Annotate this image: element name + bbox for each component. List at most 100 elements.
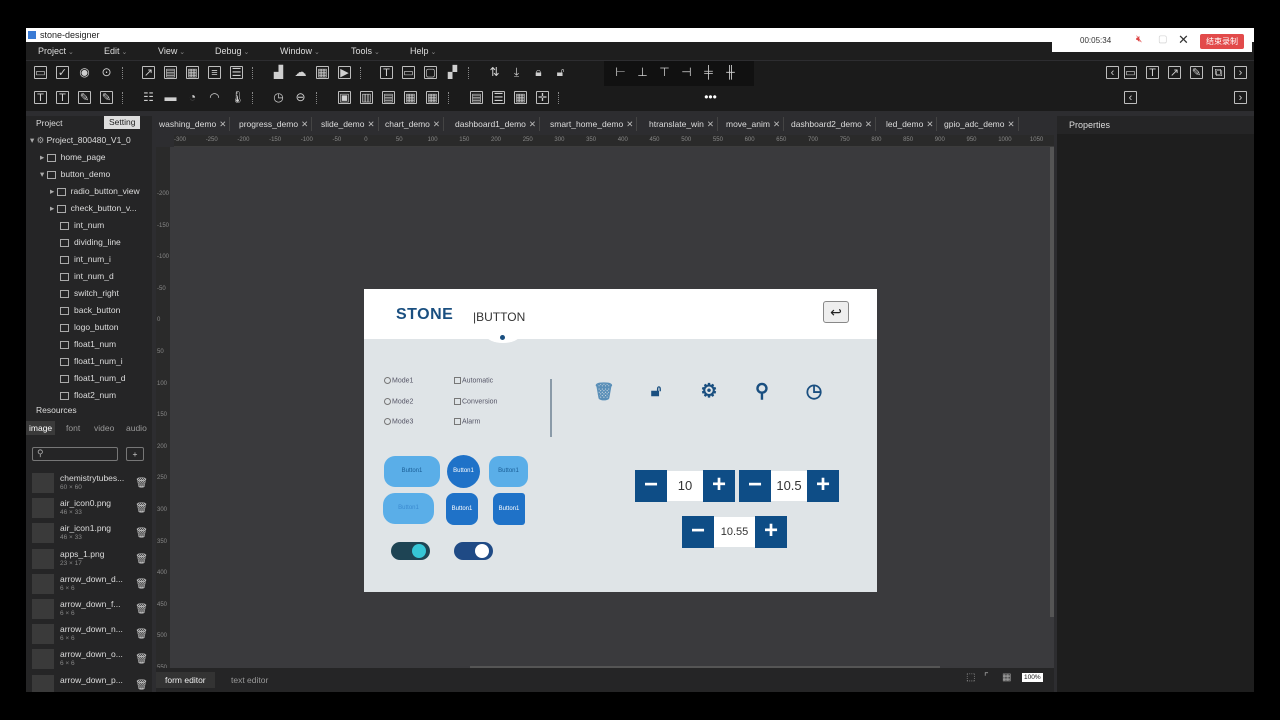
menu-view[interactable]: View xyxy=(158,46,185,56)
editor-tab[interactable]: slide_demo ✕ xyxy=(318,117,379,131)
trash-icon[interactable]: 🗑︎ xyxy=(135,503,148,514)
resource-search-input[interactable]: ⚲ xyxy=(32,447,118,461)
bar-chart-icon[interactable]: ▟ xyxy=(272,66,285,79)
resource-item[interactable]: arrow_down_n... 6 × 6 🗑︎ xyxy=(32,622,150,647)
resource-item[interactable]: arrow_down_f... 6 × 6 🗑︎ xyxy=(32,597,150,622)
table-icon[interactable]: ▤ xyxy=(470,91,483,104)
cloud-icon[interactable]: ☁ xyxy=(294,66,307,79)
text-widget-icon[interactable]: T xyxy=(380,66,393,79)
menu-project[interactable]: Project xyxy=(38,46,74,56)
minus-circle-icon[interactable]: ⊖ xyxy=(294,91,307,104)
progress-icon[interactable]: ▬ xyxy=(164,91,177,104)
editor-tab[interactable]: progress_demo ✕ xyxy=(236,117,313,131)
layout-4-icon[interactable]: ▦ xyxy=(404,91,417,104)
window-widget-icon[interactable]: ▭ xyxy=(34,66,47,79)
tab-setting[interactable]: Setting xyxy=(104,116,141,129)
decrement-button[interactable]: − xyxy=(682,516,714,548)
resource-item[interactable]: apps_1.png 23 × 17 🗑︎ xyxy=(32,547,150,572)
device-screen[interactable]: STONE |BUTTON ↩ Mode1 Mode2 Mode3 Automa… xyxy=(364,289,877,592)
radio-widget-icon[interactable]: ◉ xyxy=(78,66,91,79)
list-widget-icon[interactable]: ☰ xyxy=(230,66,243,79)
next-arrow-icon[interactable]: › xyxy=(1234,66,1247,79)
float1-num-value[interactable]: 10.5 xyxy=(771,471,807,501)
close-icon[interactable]: ✕ xyxy=(433,119,440,129)
radio-mode2[interactable]: Mode2 xyxy=(384,398,413,405)
search-icon[interactable]: ⚲ xyxy=(752,382,772,402)
editor-tab[interactable]: move_anim ✕ xyxy=(723,117,785,131)
trash-icon[interactable]: 🗑︎ xyxy=(593,382,615,402)
resource-item[interactable]: air_icon0.png 46 × 33 🗑︎ xyxy=(32,496,150,521)
widget-item[interactable]: logo_button xyxy=(60,320,118,334)
check-conversion[interactable]: Conversion xyxy=(454,398,497,405)
tab-video[interactable]: video xyxy=(94,421,114,435)
radio-mode1[interactable]: Mode1 xyxy=(384,377,413,384)
resource-item[interactable]: arrow_down_d... 6 × 6 🗑︎ xyxy=(32,572,150,597)
page-home[interactable]: ▸ home_page xyxy=(40,150,106,164)
checkbox-widget-icon[interactable]: ✓ xyxy=(56,66,69,79)
switch-widget-icon[interactable]: ⊙ xyxy=(100,66,113,79)
editor-tab[interactable]: smart_home_demo ✕ xyxy=(547,117,638,131)
text-box-icon[interactable]: T xyxy=(34,91,47,104)
thermometer-icon[interactable]: 🌡︎ xyxy=(230,91,245,104)
widget-item[interactable]: float1_num xyxy=(60,337,116,351)
download-icon[interactable]: ⤓ xyxy=(510,66,523,79)
menu-tools[interactable]: Tools xyxy=(351,46,380,56)
frame-widget-icon[interactable]: ▢ xyxy=(424,66,437,79)
gauge-icon[interactable]: ◠ xyxy=(208,91,221,104)
pie-icon[interactable]: ◔ xyxy=(186,91,199,104)
switch-right[interactable] xyxy=(454,542,493,560)
trash-icon[interactable]: 🗑︎ xyxy=(135,554,148,565)
trash-icon[interactable]: 🗑︎ xyxy=(135,680,148,691)
widget-item[interactable]: ▸ check_button_v... xyxy=(50,201,137,215)
layout-3-icon[interactable]: ▤ xyxy=(382,91,395,104)
resource-item[interactable]: arrow_down_p... 🗑︎ xyxy=(32,673,150,692)
widget-item[interactable]: back_button xyxy=(60,303,120,317)
increment-button[interactable]: + xyxy=(755,516,787,548)
stone-logo[interactable]: STONE xyxy=(396,306,453,324)
editor-tab[interactable]: washing_demo ✕ xyxy=(156,117,231,131)
text-label-icon[interactable]: T xyxy=(56,91,69,104)
radio-mode3[interactable]: Mode3 xyxy=(384,418,413,425)
align-left-icon[interactable]: ⊢ xyxy=(614,66,627,79)
resource-item[interactable]: chemistrytubes... 60 × 60 🗑︎ xyxy=(32,471,150,496)
decrement-button[interactable]: − xyxy=(635,470,667,502)
decrement-button[interactable]: − xyxy=(739,470,771,502)
label-widget-icon[interactable]: ▭ xyxy=(402,66,415,79)
grid-icon[interactable]: ▦ xyxy=(316,66,329,79)
grid-list-icon[interactable]: ▦ xyxy=(514,91,527,104)
align-center-v-icon[interactable]: ╫ xyxy=(724,66,737,79)
align-top-icon[interactable]: ⊤ xyxy=(658,66,671,79)
more-icon[interactable]: ••• xyxy=(704,91,717,104)
text-tool-icon[interactable]: T xyxy=(1146,66,1159,79)
widget-item[interactable]: dividing_line xyxy=(60,235,121,249)
editor-tab[interactable]: led_demo ✕ xyxy=(883,117,938,131)
button1-soft[interactable]: Button1 xyxy=(489,456,528,487)
move-icon[interactable]: ✛ xyxy=(536,91,549,104)
page-button-demo[interactable]: ▾ button_demo xyxy=(40,167,110,181)
clock-icon[interactable]: ◷ xyxy=(272,91,285,104)
gear-icon[interactable]: ⚙ xyxy=(699,382,719,402)
widget-item[interactable]: int_num xyxy=(60,218,104,232)
menu-debug[interactable]: Debug xyxy=(215,46,249,56)
clock-icon[interactable]: ◷ xyxy=(804,382,824,402)
align-right-icon[interactable]: ⊣ xyxy=(680,66,693,79)
gallery-widget-icon[interactable]: ▦ xyxy=(186,66,199,79)
resource-item[interactable]: arrow_down_o... 6 × 6 🗑︎ xyxy=(32,647,150,672)
edit-tool-icon[interactable]: ✎ xyxy=(1190,66,1203,79)
increment-button[interactable]: + xyxy=(807,470,839,502)
switch-on[interactable] xyxy=(391,542,430,560)
close-icon[interactable]: ✕ xyxy=(707,119,714,129)
menu-help[interactable]: Help xyxy=(410,46,436,56)
editor-tab[interactable]: htranslate_win ✕ xyxy=(646,117,718,131)
resource-item[interactable]: air_icon1.png 46 × 33 🗑︎ xyxy=(32,521,150,546)
close-icon[interactable]: ✕ xyxy=(773,119,780,129)
mute-icon[interactable]: 🔇︎ xyxy=(1136,34,1142,45)
widget-item[interactable]: int_num_i xyxy=(60,252,111,266)
close-icon[interactable]: ✕ xyxy=(301,119,308,129)
close-icon[interactable]: ✕ xyxy=(865,119,872,129)
menu-edit[interactable]: Edit xyxy=(104,46,127,56)
menu-window[interactable]: Window xyxy=(280,46,320,56)
button1-circle[interactable]: Button1 xyxy=(447,455,480,488)
editor-tab[interactable]: dashboard1_demo ✕ xyxy=(452,117,541,131)
close-icon[interactable]: ✕ xyxy=(529,119,536,129)
